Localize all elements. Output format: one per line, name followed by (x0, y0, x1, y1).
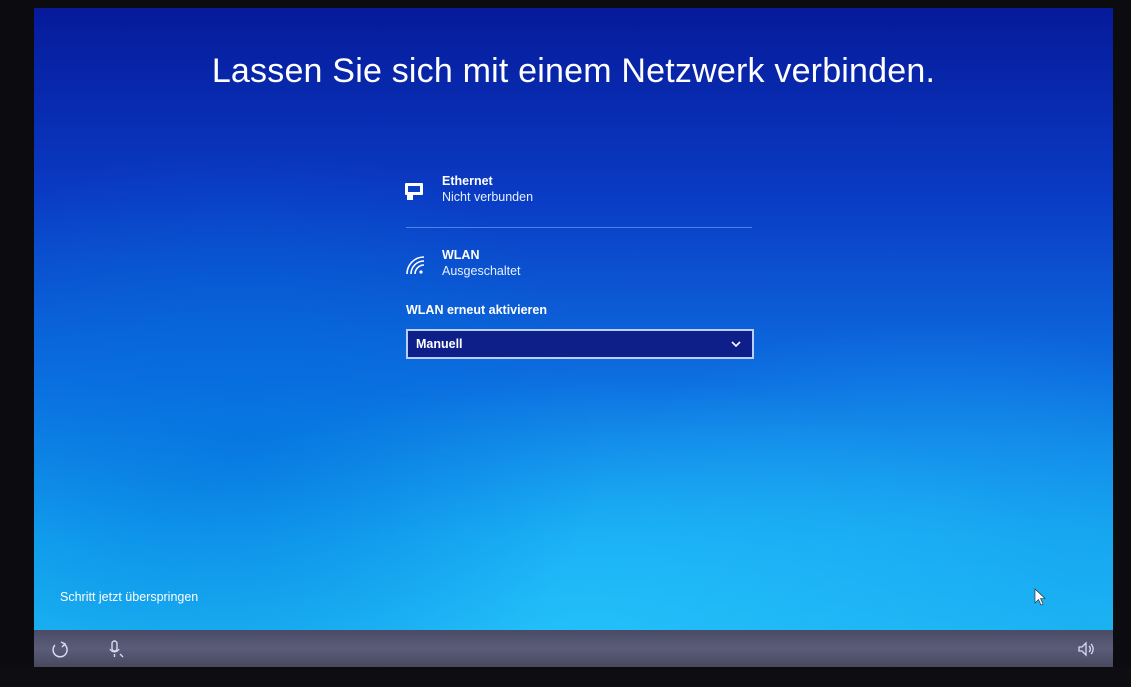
setup-screen: Lassen Sie sich mit einem Netzwerk verbi… (34, 8, 1113, 630)
monitor-bezel-bottom (0, 667, 1131, 687)
ethernet-icon (405, 183, 423, 200)
dropdown-selected-value: Manuell (416, 337, 463, 351)
network-item-wlan[interactable]: WLAN Ausgeschaltet (404, 248, 521, 278)
volume-icon[interactable] (1076, 639, 1096, 659)
wifi-icon (406, 256, 425, 275)
mouse-pointer-icon (1034, 588, 1046, 606)
taskbar (34, 630, 1113, 667)
page-title: Lassen Sie sich mit einem Netzwerk verbi… (211, 52, 936, 90)
monitor-bezel-right (1113, 0, 1131, 687)
monitor-bezel-top (0, 0, 1131, 8)
network-name: Ethernet (442, 174, 493, 188)
chevron-down-icon (731, 341, 741, 348)
network-name: WLAN (442, 248, 480, 262)
network-status: Nicht verbunden (442, 190, 534, 204)
monitor-bezel-left (0, 0, 34, 687)
network-divider (406, 227, 752, 228)
network-item-ethernet[interactable]: Ethernet Nicht verbunden (404, 174, 533, 204)
microphone-icon[interactable] (106, 639, 126, 659)
ease-of-access-icon[interactable] (50, 639, 70, 659)
wlan-reenable-dropdown[interactable]: Manuell (406, 329, 754, 359)
network-status: Ausgeschaltet (442, 264, 521, 278)
skip-step-link[interactable]: Schritt jetzt überspringen (60, 590, 198, 604)
wlan-reenable-label: WLAN erneut aktivieren (406, 303, 548, 317)
